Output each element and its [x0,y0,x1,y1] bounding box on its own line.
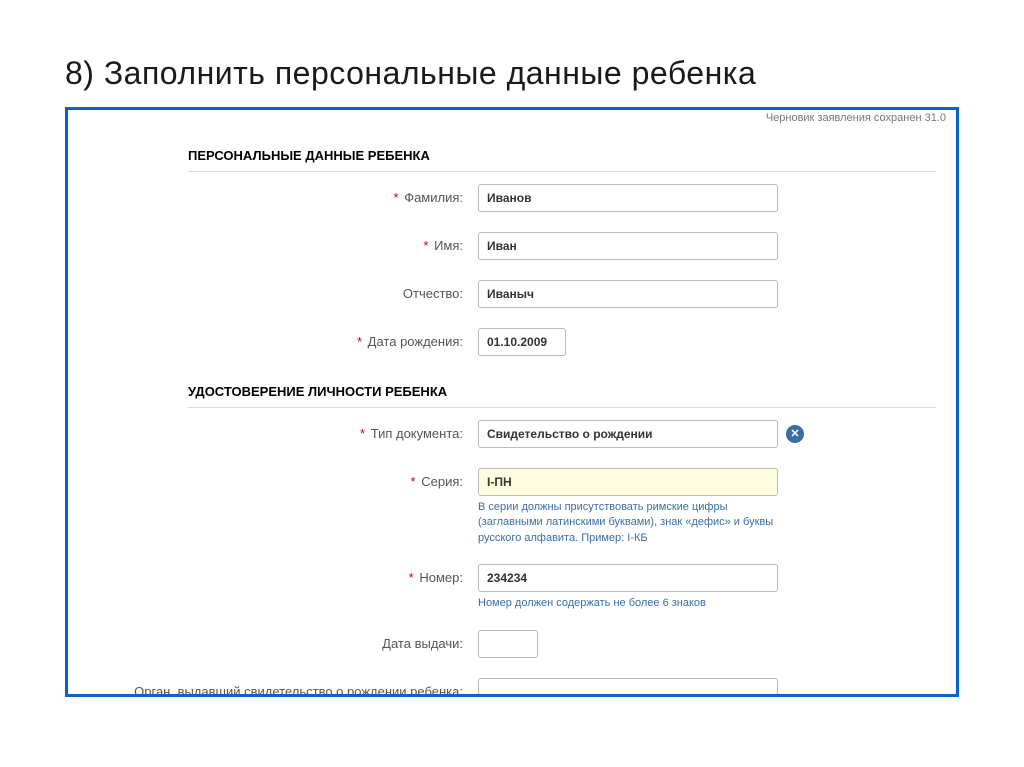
draft-saved-note: Черновик заявления сохранен 31.0 [766,112,946,124]
label-series: * Серия: [88,468,478,491]
doctype-input[interactable] [478,420,778,448]
section-header-personal: ПЕРСОНАЛЬНЫЕ ДАННЫЕ РЕБЕНКА [188,140,936,172]
surname-input[interactable] [478,184,778,212]
patronymic-input[interactable] [478,280,778,308]
series-hint: В серии должны присутствовать римские ци… [478,500,788,546]
row-number: * Номер: Номер должен содержать не более… [88,564,936,611]
issuer-input[interactable] [478,678,778,697]
required-mark: * [360,426,365,441]
required-mark: * [423,238,428,253]
label-name-text: Имя: [434,238,463,253]
label-doctype-text: Тип документа: [371,426,463,441]
issuedate-input[interactable] [478,630,538,658]
label-name: * Имя: [88,232,478,255]
label-dob-text: Дата рождения: [368,334,463,349]
row-surname: * Фамилия: [88,184,936,214]
label-surname: * Фамилия: [88,184,478,207]
label-number-text: Номер: [419,570,463,585]
row-patronymic: Отчество: [88,280,936,310]
required-mark: * [394,190,399,205]
label-issuedate-text: Дата выдачи: [382,636,463,651]
label-issuedate: Дата выдачи: [88,630,478,653]
row-issuedate: Дата выдачи: [88,630,936,660]
number-hint: Номер должен содержать не более 6 знаков [478,596,788,611]
label-doctype: * Тип документа: [88,420,478,443]
form-content: ПЕРСОНАЛЬНЫЕ ДАННЫЕ РЕБЕНКА * Фамилия: *… [68,110,956,697]
label-patronymic-text: Отчество: [403,286,463,301]
label-dob: * Дата рождения: [88,328,478,351]
form-frame: Черновик заявления сохранен 31.0 ПЕРСОНА… [65,107,959,697]
dob-input[interactable] [478,328,566,356]
label-issuer: Орган, выдавший свидетельство о рождении… [88,678,478,697]
row-name: * Имя: [88,232,936,262]
slide-title: 8) Заполнить персональные данные ребенка [0,0,1024,107]
row-series: * Серия: В серии должны присутствовать р… [88,468,936,546]
row-issuer: Орган, выдавший свидетельство о рождении… [88,678,936,697]
section-header-identity: УДОСТОВЕРЕНИЕ ЛИЧНОСТИ РЕБЕНКА [188,376,936,408]
label-patronymic: Отчество: [88,280,478,303]
required-mark: * [409,570,414,585]
series-input[interactable] [478,468,778,496]
number-input[interactable] [478,564,778,592]
label-number: * Номер: [88,564,478,587]
label-series-text: Серия: [421,474,463,489]
required-mark: * [411,474,416,489]
required-mark: * [357,334,362,349]
name-input[interactable] [478,232,778,260]
row-doctype: * Тип документа: ✕ [88,420,936,450]
clear-doctype-icon[interactable]: ✕ [786,425,804,443]
label-issuer-text: Орган, выдавший свидетельство о рождении… [134,684,463,697]
label-surname-text: Фамилия: [404,190,463,205]
row-dob: * Дата рождения: [88,328,936,358]
